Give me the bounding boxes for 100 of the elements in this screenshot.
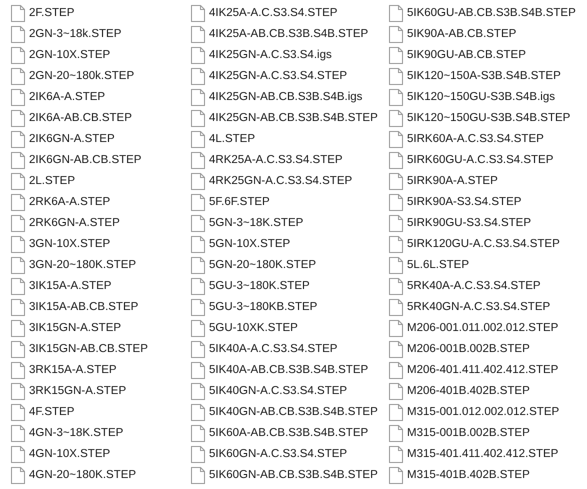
file-icon bbox=[191, 215, 205, 232]
file-name[interactable]: 4IK25GN-AB.CB.S3B.S4B.STEP bbox=[209, 110, 378, 128]
file-name[interactable]: 3GN-10X.STEP bbox=[29, 236, 110, 254]
file-name[interactable]: 5L.6L.STEP bbox=[407, 256, 470, 274]
file-icon bbox=[389, 404, 403, 421]
file-name[interactable]: 5GU-3~180K.STEP bbox=[209, 278, 310, 296]
file-icon bbox=[11, 257, 25, 274]
file-name[interactable]: 5IK90GU-AB.CB.STEP bbox=[407, 46, 526, 64]
file-name[interactable]: M206-001B.002B.STEP bbox=[407, 340, 530, 358]
file-name[interactable]: 4IK25GN-AB.CB.S3B.S4B.igs bbox=[209, 88, 362, 106]
file-name[interactable]: M206-401B.402B.STEP bbox=[407, 382, 530, 400]
file-name[interactable]: M315-001B.002B.STEP bbox=[407, 424, 530, 442]
file-name[interactable]: 2GN-10X.STEP bbox=[29, 46, 110, 64]
file-name[interactable]: 5RK40GN-A.C.S3.S4.STEP bbox=[407, 298, 550, 316]
file-icon bbox=[389, 194, 403, 211]
file-name[interactable]: 5IK60GU-AB.CB.S3B.S4B.STEP bbox=[407, 4, 576, 22]
file-icon bbox=[389, 425, 403, 442]
file-icon bbox=[11, 299, 25, 316]
file-name[interactable]: 2L.STEP bbox=[29, 172, 76, 190]
file-name[interactable]: 4IK25GN-A.C.S3.S4.igs bbox=[209, 46, 332, 64]
file-name[interactable]: 5IRK60GU-A.C.S3.S4.STEP bbox=[407, 152, 554, 170]
file-name[interactable]: 3GN-20~180K.STEP bbox=[29, 256, 136, 274]
file-name[interactable]: 5RK40A-A.C.S3.S4.STEP bbox=[407, 278, 541, 296]
file-name[interactable]: 3IK15A-A.STEP bbox=[29, 278, 112, 296]
file-name[interactable]: 4F.STEP bbox=[29, 404, 74, 422]
file-icon bbox=[389, 215, 403, 232]
file-icon bbox=[191, 110, 205, 127]
file-name[interactable]: 5IK40A-A.C.S3.S4.STEP bbox=[209, 340, 338, 358]
file-name[interactable]: 5IK60A-AB.CB.S3B.S4B.STEP bbox=[209, 424, 368, 442]
file-name[interactable]: 2IK6GN-AB.CB.STEP bbox=[29, 152, 142, 170]
file-name[interactable]: 3RK15GN-A.STEP bbox=[29, 382, 126, 400]
file-name[interactable]: 3IK15GN-AB.CB.STEP bbox=[29, 340, 148, 358]
file-name[interactable]: 2IK6A-AB.CB.STEP bbox=[29, 110, 132, 128]
file-name[interactable]: 5IRK120GU-A.C.S3.S4.STEP bbox=[407, 236, 560, 254]
file-icon bbox=[11, 173, 25, 190]
file-icon bbox=[11, 5, 25, 22]
file-name[interactable]: 4RK25A-A.C.S3.S4.STEP bbox=[209, 152, 343, 170]
file-icon bbox=[389, 467, 403, 484]
file-icon bbox=[191, 236, 205, 253]
file-name[interactable]: M315-401B.402B.STEP bbox=[407, 466, 530, 484]
file-name[interactable]: 5IRK90A-A.STEP bbox=[407, 172, 498, 190]
file-name[interactable]: 5IRK90GU-S3.S4.STEP bbox=[407, 214, 531, 232]
file-name[interactable]: 5GN-20~180K.STEP bbox=[209, 256, 316, 274]
file-name[interactable]: M315-401.411.402.412.STEP bbox=[407, 446, 558, 464]
file-name[interactable]: 4GN-10X.STEP bbox=[29, 446, 110, 464]
file-icon bbox=[11, 467, 25, 484]
file-icon bbox=[11, 278, 25, 295]
file-name[interactable]: 2GN-20~180k.STEP bbox=[29, 68, 134, 86]
file-name[interactable]: 3RK15A-A.STEP bbox=[29, 362, 117, 380]
file-icon bbox=[191, 404, 205, 421]
file-name[interactable]: 5IRK90A-S3.S4.STEP bbox=[407, 194, 522, 212]
file-icon bbox=[191, 320, 205, 337]
file-name[interactable]: 2IK6GN-A.STEP bbox=[29, 130, 115, 148]
file-icon bbox=[11, 404, 25, 421]
file-icon bbox=[389, 89, 403, 106]
file-name[interactable]: 4GN-3~18K.STEP bbox=[29, 424, 124, 442]
file-icon bbox=[191, 89, 205, 106]
file-name[interactable]: 2GN-3~18k.STEP bbox=[29, 26, 122, 44]
file-name[interactable]: 5IK120~150GU-S3B.S4B.igs bbox=[407, 88, 555, 106]
file-name[interactable]: 4IK25A-AB.CB.S3B.S4B.STEP bbox=[209, 26, 368, 44]
file-name[interactable]: 5GU-3~180KB.STEP bbox=[209, 298, 318, 316]
file-name[interactable]: 5IK60GN-A.C.S3.S4.STEP bbox=[209, 446, 348, 464]
file-icon bbox=[389, 341, 403, 358]
file-name[interactable]: 2RK6A-A.STEP bbox=[29, 194, 110, 212]
file-name[interactable]: 2IK6A-A.STEP bbox=[29, 88, 106, 106]
file-icon bbox=[389, 173, 403, 190]
file-name[interactable]: 5IK40GN-A.C.S3.S4.STEP bbox=[209, 382, 348, 400]
file-name[interactable]: M315-001.012.002.012.STEP bbox=[407, 404, 560, 422]
file-name[interactable]: 4IK25A-A.C.S3.S4.STEP bbox=[209, 4, 338, 22]
file-name[interactable]: 4GN-20~180K.STEP bbox=[29, 466, 136, 484]
file-name[interactable]: 5GN-10X.STEP bbox=[209, 236, 290, 254]
file-icon bbox=[191, 278, 205, 295]
file-name[interactable]: M206-401.411.402.412.STEP bbox=[407, 362, 558, 380]
file-name[interactable]: 5GN-3~18K.STEP bbox=[209, 214, 304, 232]
file-icon bbox=[11, 47, 25, 64]
file-icon bbox=[191, 467, 205, 484]
file-name[interactable]: 5IRK60A-A.C.S3.S4.STEP bbox=[407, 130, 544, 148]
file-name[interactable]: 3IK15A-AB.CB.STEP bbox=[29, 298, 138, 316]
file-icon bbox=[389, 236, 403, 253]
file-name[interactable]: 5IK90A-AB.CB.STEP bbox=[407, 26, 516, 44]
file-icon bbox=[389, 278, 403, 295]
file-name[interactable]: 5IK60GN-AB.CB.S3B.S4B.STEP bbox=[209, 466, 378, 484]
file-name[interactable]: M206-001.011.002.012.STEP bbox=[407, 320, 558, 338]
file-name[interactable]: 5IK120~150GU-S3B.S4B.STEP bbox=[407, 110, 570, 128]
file-name[interactable]: 2F.STEP bbox=[29, 4, 74, 22]
file-name[interactable]: 4IK25GN-A.C.S3.S4.STEP bbox=[209, 68, 348, 86]
file-name[interactable]: 4L.STEP bbox=[209, 130, 256, 148]
file-name[interactable]: 3IK15GN-A.STEP bbox=[29, 320, 122, 338]
file-icon bbox=[11, 68, 25, 85]
file-name[interactable]: 4RK25GN-A.C.S3.S4.STEP bbox=[209, 172, 352, 190]
file-icon bbox=[389, 152, 403, 169]
file-name[interactable]: 5GU-10XK.STEP bbox=[209, 320, 298, 338]
file-icon bbox=[191, 26, 205, 43]
file-icon bbox=[389, 446, 403, 463]
file-icon bbox=[389, 383, 403, 400]
file-name[interactable]: 2RK6GN-A.STEP bbox=[29, 214, 120, 232]
file-name[interactable]: 5F.6F.STEP bbox=[209, 194, 270, 212]
file-name[interactable]: 5IK40GN-AB.CB.S3B.S4B.STEP bbox=[209, 404, 378, 422]
file-name[interactable]: 5IK40A-AB.CB.S3B.S4B.STEP bbox=[209, 362, 368, 380]
file-name[interactable]: 5IK120~150A-S3B.S4B.STEP bbox=[407, 68, 561, 86]
